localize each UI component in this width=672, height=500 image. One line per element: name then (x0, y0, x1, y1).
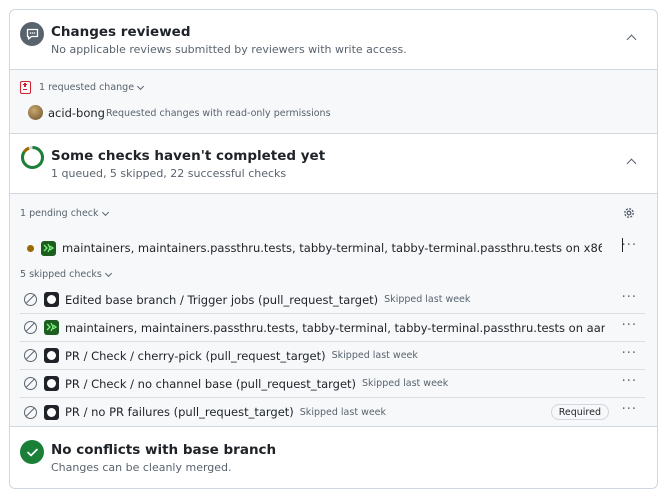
check-meta: Skipped last week (384, 294, 471, 305)
check-meta: Skipped last week (362, 378, 449, 389)
reviewer-name[interactable]: acid-bong (48, 106, 105, 120)
chevron-down-icon (137, 82, 145, 90)
reviews-title: Changes reviewed (51, 24, 191, 40)
reviewer-note: Requested changes with read-only permiss… (106, 108, 331, 119)
github-icon (44, 348, 59, 363)
kebab-menu-icon[interactable]: ··· (622, 319, 637, 332)
reviews-header[interactable]: Changes reviewed No applicable reviews s… (10, 10, 657, 69)
check-name[interactable]: maintainers, maintainers.passthru.tests,… (65, 321, 605, 335)
skipped-check-row[interactable]: maintainers, maintainers.passthru.tests,… (20, 314, 645, 342)
reviewer-avatar[interactable] (28, 105, 43, 120)
checks-header[interactable]: Some checks haven't completed yet 1 queu… (10, 134, 657, 193)
skipped-check-row[interactable]: PR / no PR failures (pull_request_target… (20, 398, 645, 426)
check-meta: Skipped last week (299, 406, 387, 418)
github-icon (44, 376, 59, 391)
skipped-icon (24, 349, 37, 362)
chevron-down-icon (104, 269, 112, 277)
file-diff-icon (20, 81, 31, 94)
checks-progress-ring-icon (21, 146, 44, 169)
collapse-reviews-chevron-icon[interactable] (626, 34, 637, 45)
kebab-menu-icon[interactable]: ··· (622, 347, 637, 360)
checks-title: Some checks haven't completed yet (51, 148, 326, 164)
check-name[interactable]: PR / Check / cherry-pick (pull_request_t… (65, 349, 326, 363)
kebab-menu-icon[interactable]: ··· (622, 291, 637, 304)
check-name[interactable]: PR / no PR failures (pull_request_target… (65, 405, 294, 419)
merge-status-panel: Changes reviewed No applicable reviews s… (9, 9, 658, 489)
checks-subtitle: 1 queued, 5 skipped, 22 successful check… (51, 167, 287, 180)
requested-changes-dropdown[interactable]: 1 requested change (39, 82, 145, 93)
conflicts-subtitle: Changes can be cleanly merged. (51, 461, 232, 474)
skipped-icon (24, 321, 37, 334)
queued-dot-icon (27, 244, 34, 252)
github-icon (44, 404, 59, 420)
kebab-menu-icon[interactable]: ··· (622, 403, 637, 416)
skipped-check-row[interactable]: PR / Check / no channel base (pull_reque… (20, 370, 645, 398)
check-circle-icon (20, 440, 44, 464)
settings-gear-icon[interactable] (622, 206, 636, 220)
check-meta: Skipped last week (331, 350, 418, 361)
skipped-icon (24, 293, 37, 306)
required-badge: Required (550, 404, 609, 420)
pending-checks-dropdown[interactable]: 1 pending check (20, 208, 109, 219)
hydra-icon (44, 320, 59, 335)
check-name[interactable]: Edited base branch / Trigger jobs (pull_… (65, 293, 378, 307)
conflicts-section: No conflicts with base branch Changes ca… (10, 427, 657, 488)
kebab-menu-icon[interactable]: ··· (622, 375, 637, 388)
requested-changes-section: 1 requested change acid-bong Requested c… (10, 70, 657, 133)
chevron-down-icon (101, 208, 109, 216)
pending-check-row[interactable]: maintainers, maintainers.passthru.tests,… (20, 234, 645, 262)
skipped-icon (24, 405, 37, 419)
github-icon (44, 292, 59, 307)
check-name[interactable]: PR / Check / no channel base (pull_reque… (65, 377, 356, 391)
collapse-checks-chevron-icon[interactable] (626, 158, 637, 169)
skipped-icon (24, 377, 37, 390)
reviews-subtitle: No applicable reviews submitted by revie… (51, 43, 407, 56)
check-name[interactable]: maintainers, maintainers.passthru.tests,… (62, 241, 602, 255)
conflicts-title: No conflicts with base branch (51, 442, 277, 458)
skipped-check-row[interactable]: PR / Check / cherry-pick (pull_request_t… (20, 342, 645, 370)
kebab-menu-icon[interactable]: ··· (622, 239, 637, 252)
checks-list: 1 pending check maintainers, maintainers… (10, 194, 657, 426)
skipped-checks-dropdown[interactable]: 5 skipped checks (20, 269, 112, 280)
hydra-icon (41, 240, 56, 256)
review-icon (20, 22, 44, 46)
skipped-check-row[interactable]: Edited base branch / Trigger jobs (pull_… (20, 286, 645, 314)
